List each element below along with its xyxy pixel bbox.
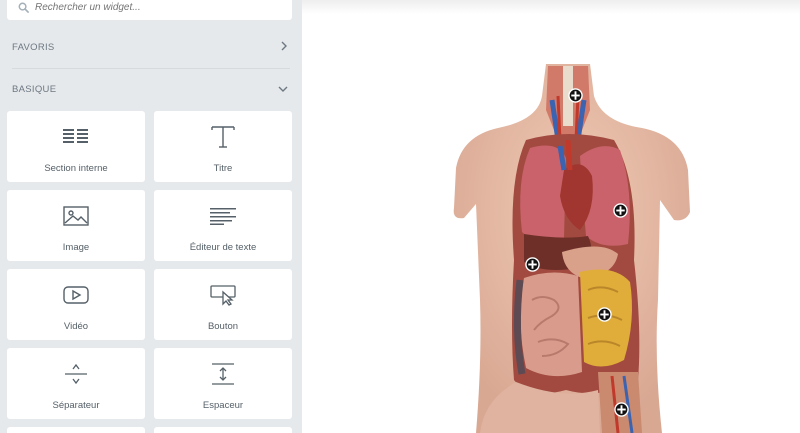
widget-tile-divider[interactable]: Séparateur: [7, 348, 145, 419]
widget-tile[interactable]: [154, 427, 292, 433]
widget-label: Titre: [213, 163, 233, 174]
button-icon: [209, 281, 237, 309]
widget-label: Éditeur de texte: [189, 242, 257, 253]
widget-tile-text-editor[interactable]: Éditeur de texte: [154, 190, 292, 261]
search-icon: [15, 0, 31, 15]
search-box[interactable]: [7, 0, 292, 20]
text-editor-icon: [209, 202, 237, 230]
widget-tile-video[interactable]: Vidéo: [7, 269, 145, 340]
preview-canvas: [302, 0, 800, 433]
hotspot-plus-icon[interactable]: [568, 88, 583, 103]
section-favoris-title: FAVORIS: [12, 41, 55, 53]
section-favoris[interactable]: FAVORIS: [0, 29, 302, 65]
hotspot-plus-icon[interactable]: [613, 203, 628, 218]
spacer-icon: [209, 360, 237, 388]
anatomy-model-image: [453, 64, 690, 433]
section-basique-title: BASIQUE: [12, 83, 57, 95]
chevron-right-icon: [280, 38, 288, 56]
widget-tile-button[interactable]: Bouton: [154, 269, 292, 340]
widget-label: Bouton: [207, 321, 239, 332]
chevron-down-icon: [278, 80, 288, 98]
hotspot-plus-icon[interactable]: [597, 307, 612, 322]
widget-panel: FAVORIS BASIQUE Section interne: [0, 0, 302, 433]
widget-grid: Section interne Titre Image Éditeur de t…: [7, 111, 292, 433]
widget-label: Section interne: [44, 163, 108, 174]
widget-label: Séparateur: [52, 400, 100, 411]
heading-icon: [209, 123, 237, 151]
divider: [12, 68, 290, 69]
search-input[interactable]: [35, 1, 275, 13]
widget-tile-image[interactable]: Image: [7, 190, 145, 261]
widget-label: Vidéo: [63, 321, 89, 332]
image-icon: [62, 202, 90, 230]
widget-tile[interactable]: [7, 427, 145, 433]
widget-tile-heading[interactable]: Titre: [154, 111, 292, 182]
inner-section-icon: [62, 123, 90, 151]
section-basique[interactable]: BASIQUE: [0, 71, 302, 107]
widget-tile-spacer[interactable]: Espaceur: [154, 348, 292, 419]
divider-icon: [62, 360, 90, 388]
video-icon: [62, 281, 90, 309]
widget-label: Image: [62, 242, 90, 253]
hotspot-plus-icon[interactable]: [525, 257, 540, 272]
hotspot-plus-icon[interactable]: [614, 402, 629, 417]
widget-tile-inner-section[interactable]: Section interne: [7, 111, 145, 182]
widget-label: Espaceur: [202, 400, 244, 411]
